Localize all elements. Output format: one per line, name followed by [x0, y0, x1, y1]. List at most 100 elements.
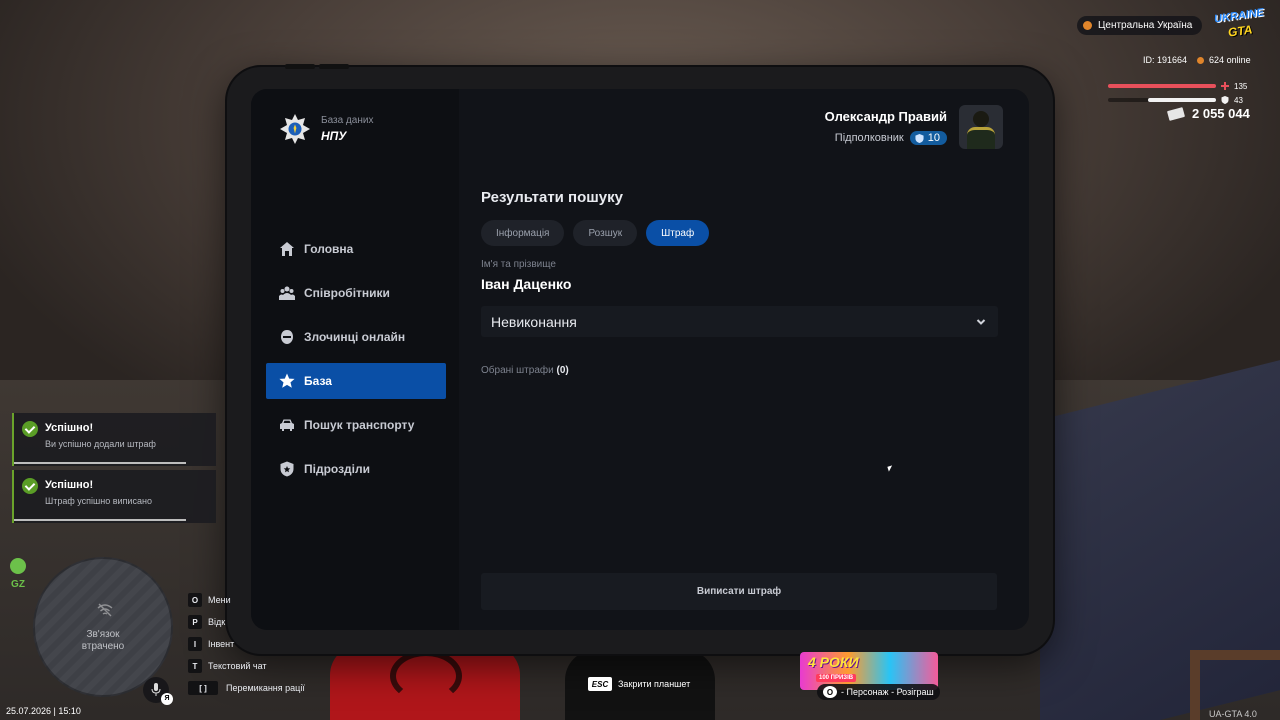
sidebar-item-label: Злочинці онлайн — [304, 330, 406, 344]
sidebar-nav: Головна Співробітники Злочинці онлайн Ба… — [266, 231, 446, 495]
character-red-shirt — [330, 645, 520, 720]
logo-subtitle: База даних — [321, 115, 374, 126]
green-zone-icon — [10, 558, 26, 574]
keybind-label: Мени — [208, 595, 231, 605]
police-tablet: База даних НПУ Головна Співробітники Зло… — [227, 64, 1053, 654]
avatar — [959, 105, 1003, 149]
selected-fines-text: Обрані штрафи — [481, 365, 554, 376]
notification-message: Штраф успішно виписано — [45, 496, 152, 506]
health-bar — [1108, 84, 1216, 88]
rank-level-badge: 10 — [909, 131, 947, 145]
promo-caption-text: - Персонаж - Розіграш — [841, 687, 934, 697]
keybind-row: I Інвент — [188, 633, 305, 655]
online-icon — [1197, 56, 1205, 64]
sidebar-item-criminals-online[interactable]: Злочинці онлайн — [266, 319, 446, 355]
sidebar-item-vehicle-search[interactable]: Пошук транспорту — [266, 407, 446, 443]
tab-fine[interactable]: Штраф — [646, 220, 710, 246]
promo-title: 4 РОКИ — [808, 654, 859, 670]
notification-message: Ви успішно додали штраф — [45, 439, 156, 449]
name-field-value: Іван Даценко — [481, 276, 572, 292]
game-version: UA-GTA 4.0 — [1209, 709, 1257, 719]
keybind-label: Інвент — [208, 639, 235, 649]
tab-bar: Інформація Розшук Штраф — [481, 220, 718, 246]
key-cap: T — [188, 659, 202, 673]
notification-success: Успішно! Штраф успішно виписано — [12, 470, 216, 523]
keybind-hints: O Мени P Відк I Інвент T Текстовий чат [ ] Пе… — [188, 589, 305, 699]
voice-mic-button[interactable]: Я — [143, 677, 173, 705]
tab-wanted[interactable]: Розшук — [573, 220, 638, 246]
game-logo: UKRAINE GTA — [1212, 6, 1270, 40]
notification-title: Успішно! — [45, 422, 94, 434]
game-logo-line1: UKRAINE — [1213, 6, 1265, 26]
user-block: Олександр Правий Підполковник 10 — [825, 105, 1003, 149]
online-count: 624 online — [1209, 55, 1251, 65]
npu-logo: База даних НПУ — [279, 113, 373, 145]
armor-value: 43 — [1234, 96, 1243, 105]
sidebar-item-staff[interactable]: Співробітники — [266, 275, 446, 311]
tablet-screen: База даних НПУ Головна Співробітники Зло… — [251, 89, 1029, 630]
car-icon — [280, 419, 294, 431]
keybind-label: Текстовий чат — [208, 661, 267, 671]
close-tablet-hint: ESC Закрити планшет — [588, 677, 690, 691]
notification-progress — [14, 462, 186, 464]
key-cap: [ ] — [188, 681, 218, 695]
health-icon — [1221, 82, 1229, 90]
fine-type-selected-value: Невиконання — [491, 313, 577, 330]
user-rank: Підполковник — [834, 132, 904, 144]
user-name: Олександр Правий — [824, 109, 947, 124]
minimap-status-text: Зв'язок втрачено — [81, 629, 125, 652]
staff-icon — [279, 286, 295, 300]
fine-type-select[interactable]: Невиконання — [481, 306, 998, 337]
sidebar-item-label: Пошук транспорту — [304, 418, 415, 432]
region-icon — [1083, 21, 1092, 30]
money-display: 2 055 044 — [1166, 106, 1250, 121]
green-zone-indicator: GZ — [8, 558, 28, 592]
keybind-row: O Мени — [188, 589, 305, 611]
microphone-icon — [151, 683, 161, 696]
check-circle-icon — [22, 421, 38, 437]
keybind-row: T Текстовий чат — [188, 655, 305, 677]
minimap-status: Зв'язок втрачено — [35, 629, 171, 653]
tablet-hardware-button — [285, 64, 315, 69]
green-zone-label: GZ — [11, 579, 25, 590]
issue-fine-button[interactable]: Виписати штраф — [481, 573, 997, 610]
keybind-label: Відк — [208, 617, 226, 627]
promo-key-cap: O — [823, 686, 837, 698]
no-signal-icon — [97, 603, 113, 617]
sidebar-item-label: Головна — [304, 242, 354, 256]
player-id: ID: 191664 — [1143, 55, 1188, 65]
close-tablet-label: Закрити планшет — [618, 679, 691, 689]
keybind-row: P Відк — [188, 611, 305, 633]
minimap: Зв'язок втрачено — [33, 557, 173, 697]
input-language: Я — [161, 693, 173, 705]
rank-level: 10 — [927, 132, 940, 144]
key-cap: P — [188, 615, 202, 629]
check-circle-icon — [22, 478, 38, 494]
promo-badge: 100 ПРИЗІВ — [816, 674, 857, 682]
region-name: Центральна Україна — [1098, 20, 1193, 31]
home-icon — [280, 242, 294, 256]
key-cap: O — [188, 593, 202, 607]
sidebar-item-home[interactable]: Головна — [266, 231, 446, 267]
money-value: 2 055 044 — [1192, 106, 1250, 121]
keybind-label: Перемикання рації — [226, 683, 305, 693]
tab-information[interactable]: Інформація — [481, 220, 565, 246]
sidebar-item-label: База — [304, 374, 332, 388]
criminal-mask-icon — [281, 330, 293, 344]
promo-caption: O - Персонаж - Розіграш — [817, 684, 940, 700]
keybind-row: [ ] Перемикання рації — [188, 677, 305, 699]
sidebar-item-divisions[interactable]: Підрозділи — [266, 451, 446, 487]
armor-bar — [1108, 98, 1216, 102]
health-value: 135 — [1234, 82, 1248, 91]
star-icon — [279, 373, 295, 388]
notification-success: Успішно! Ви успішно додали штраф — [12, 413, 216, 466]
player-id-line: ID: 191664 624 online — [1143, 55, 1251, 65]
selected-fines-label: Обрані штрафи (0) — [481, 365, 569, 376]
sidebar: База даних НПУ Головна Співробітники Зло… — [251, 89, 459, 630]
selected-fines-count: (0) — [556, 365, 569, 376]
logo-title: НПУ — [321, 129, 347, 143]
sidebar-item-database[interactable]: База — [266, 363, 446, 399]
armor-shield-icon — [1221, 96, 1229, 104]
sidebar-item-label: Підрозділи — [304, 462, 370, 476]
cash-icon — [1166, 106, 1186, 121]
